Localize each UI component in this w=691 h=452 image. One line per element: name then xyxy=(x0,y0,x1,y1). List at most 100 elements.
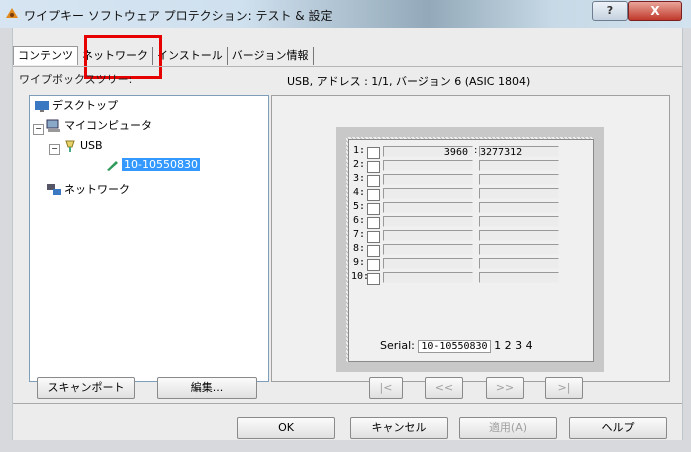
serial-row: Serial: 10-10550830 1 2 3 4 xyxy=(380,339,533,353)
slot-value-b[interactable] xyxy=(479,230,559,241)
slot-number: 9: xyxy=(352,257,365,268)
slot-value-a[interactable] xyxy=(383,272,473,283)
app-icon xyxy=(6,8,18,18)
slot-value-a[interactable] xyxy=(383,188,473,199)
slot-checkbox[interactable] xyxy=(367,147,380,159)
footer-divider xyxy=(13,403,682,404)
slot-number: 3: xyxy=(352,173,365,184)
slot-grid: 1: 3960:3277312 2: 3: 4: 5: 6: 7: 8: 9: 1… xyxy=(348,139,594,362)
serial-check-label[interactable]: 4 xyxy=(526,339,533,352)
slot-value-b[interactable] xyxy=(479,244,559,255)
slot-number: 1: xyxy=(352,145,365,156)
tree-node-usb[interactable]: USB xyxy=(62,138,103,154)
scan-port-button[interactable]: スキャンポート xyxy=(37,377,135,399)
slot-number: 8: xyxy=(352,243,365,254)
slot-value-a[interactable] xyxy=(383,244,473,255)
serial-check-label[interactable]: 1 xyxy=(494,339,501,352)
slot-value-b[interactable]: 3277312 xyxy=(479,146,559,158)
title-bar: ワイプキー ソフトウェア プロテクション: テスト & 設定 ? X xyxy=(0,0,691,28)
tab-strip: コンテンツ ネットワーク インストール バージョン情報 xyxy=(13,46,314,66)
slot-value-a[interactable] xyxy=(383,216,473,227)
slot-value-a[interactable] xyxy=(383,202,473,213)
slot-number: 7: xyxy=(352,229,365,240)
tab-divider xyxy=(13,66,682,67)
slot-row: 8: xyxy=(349,243,589,257)
tree-node-mycomputer[interactable]: マイコンピュータ xyxy=(46,118,152,134)
slot-row: 2: xyxy=(349,159,589,173)
cancel-button[interactable]: キャンセル xyxy=(350,417,448,439)
usb-icon xyxy=(65,140,75,152)
key-device-icon xyxy=(107,161,118,171)
slot-value-a[interactable]: 3960 xyxy=(383,146,473,158)
slot-row: 6: xyxy=(349,215,589,229)
computer-icon xyxy=(46,119,60,132)
device-view: 1: 3960:3277312 2: 3: 4: 5: 6: 7: 8: 9: 1… xyxy=(336,127,604,372)
slot-value-b[interactable] xyxy=(479,174,559,185)
close-button[interactable]: X xyxy=(628,1,682,21)
slot-value-a[interactable] xyxy=(383,174,473,185)
serial-label: Serial: xyxy=(380,339,415,352)
network-icon xyxy=(47,184,61,195)
slot-number: 2: xyxy=(352,159,365,170)
serial-field[interactable]: 10-10550830 xyxy=(418,340,491,353)
window-title: ワイプキー ソフトウェア プロテクション: テスト & 設定 xyxy=(24,9,333,23)
serial-check-label[interactable]: 3 xyxy=(515,339,522,352)
desktop-icon xyxy=(35,101,49,112)
apply-button[interactable]: 適用(A) xyxy=(459,417,557,439)
dialog-body: コンテンツ ネットワーク インストール バージョン情報 ワイプボックスツリー: USB… xyxy=(12,28,683,440)
device-info: USB, アドレス : 1/1, バージョン 6 (ASIC 1804) xyxy=(287,75,531,88)
edit-button[interactable]: 編集... xyxy=(157,377,257,399)
slot-number: 4: xyxy=(352,187,365,198)
slot-row: 5: xyxy=(349,201,589,215)
ok-button[interactable]: OK xyxy=(237,417,335,439)
serial-check-label[interactable]: 2 xyxy=(505,339,512,352)
slot-value-b[interactable] xyxy=(479,258,559,269)
nav-next-button[interactable]: >> xyxy=(486,377,524,399)
nav-first-button[interactable]: |< xyxy=(369,377,403,399)
slot-checkbox[interactable] xyxy=(367,259,380,271)
slot-checkbox[interactable] xyxy=(367,189,380,201)
slot-checkbox[interactable] xyxy=(367,273,380,285)
slot-checkbox[interactable] xyxy=(367,231,380,243)
slot-checkbox[interactable] xyxy=(367,203,380,215)
slot-row: 3: xyxy=(349,173,589,187)
tree-node-label: マイコンピュータ xyxy=(64,119,152,132)
help-button[interactable]: ヘルプ xyxy=(569,417,667,439)
tree-label: ワイプボックスツリー: xyxy=(19,73,133,86)
tree-node-label: デスクトップ xyxy=(52,99,118,112)
slot-checkbox[interactable] xyxy=(367,245,380,257)
slot-row: 4: xyxy=(349,187,589,201)
tab-install[interactable]: インストール xyxy=(153,47,228,65)
slot-row: 1: 3960:3277312 xyxy=(349,145,589,159)
help-title-button[interactable]: ? xyxy=(592,1,628,21)
tree-node-label: ネットワーク xyxy=(64,183,130,196)
nav-last-button[interactable]: >| xyxy=(545,377,583,399)
tab-contents[interactable]: コンテンツ xyxy=(13,46,78,65)
slot-row: 10: xyxy=(349,271,589,285)
slot-row: 7: xyxy=(349,229,589,243)
slot-value-a[interactable] xyxy=(383,230,473,241)
slot-value-b[interactable] xyxy=(479,272,559,283)
slot-value-b[interactable] xyxy=(479,202,559,213)
slot-number: 10: xyxy=(351,271,370,282)
slot-value-a[interactable] xyxy=(383,258,473,269)
slot-checkbox[interactable] xyxy=(367,161,380,173)
tree-node-label: USB xyxy=(80,139,103,152)
slot-checkbox[interactable] xyxy=(367,217,380,229)
slot-value-b[interactable] xyxy=(479,216,559,227)
collapse-expander[interactable]: − xyxy=(33,124,44,135)
tree-node-network[interactable]: ネットワーク xyxy=(46,182,130,198)
tree-node-desktop[interactable]: デスクトップ xyxy=(34,98,118,114)
slot-checkbox[interactable] xyxy=(367,175,380,187)
tree-node-key[interactable]: 10-10550830 xyxy=(104,157,200,173)
slot-value-b[interactable] xyxy=(479,188,559,199)
slot-number: 5: xyxy=(352,201,365,212)
slot-row: 9: xyxy=(349,257,589,271)
slot-value-a[interactable] xyxy=(383,160,473,171)
slot-value-b[interactable] xyxy=(479,160,559,171)
nav-prev-button[interactable]: << xyxy=(425,377,463,399)
tree-node-label: 10-10550830 xyxy=(122,158,200,171)
collapse-expander[interactable]: − xyxy=(49,144,60,155)
device-tree[interactable]: デスクトップ − マイコンピュータ − USB 10-10550830 ネットワ… xyxy=(29,95,269,382)
tab-version[interactable]: バージョン情報 xyxy=(228,47,314,65)
